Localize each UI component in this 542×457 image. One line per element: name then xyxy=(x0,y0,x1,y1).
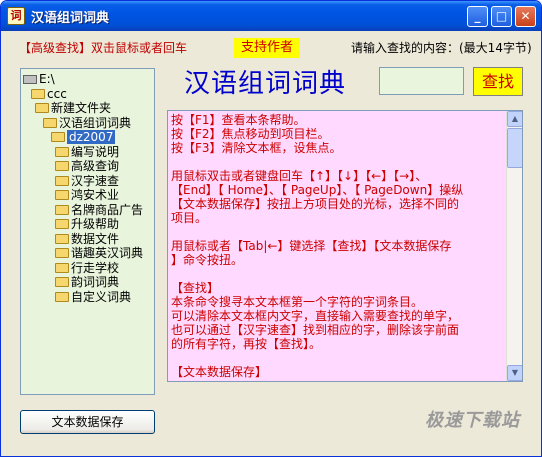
maximize-button[interactable]: □ xyxy=(491,6,512,27)
tree-item[interactable]: 汉语组词词典 xyxy=(43,116,131,130)
tree-item[interactable]: 韵词词典 xyxy=(55,275,119,289)
help-line xyxy=(171,267,507,281)
folder-icon xyxy=(43,117,57,128)
search-input[interactable] xyxy=(379,67,464,95)
help-line: 【文本数据保存】 xyxy=(171,365,268,379)
help-line: 项目。 xyxy=(171,211,208,225)
tree-item-label: 汉字速查 xyxy=(71,173,120,188)
tree-item-label: 自定义词典 xyxy=(71,289,132,304)
tree-item[interactable]: dz2007 xyxy=(51,130,116,144)
folder-icon xyxy=(55,233,69,244)
folder-icon xyxy=(55,291,69,302)
help-line: 】命令按扭。 xyxy=(171,253,244,267)
folder-icon xyxy=(55,262,69,273)
help-text-area[interactable]: 按【F1】查看本条帮助。 按【F2】焦点移动到项目栏。 按【F3】清除文本框，设焦点… xyxy=(167,110,523,382)
tree-item[interactable]: 汉字速查 xyxy=(55,174,119,188)
tree-item-label: 编写说明 xyxy=(71,144,120,159)
scroll-thumb[interactable] xyxy=(507,128,522,168)
vertical-scrollbar[interactable]: ▲ ▼ xyxy=(506,111,522,381)
minimize-button[interactable]: _ xyxy=(467,6,488,27)
watermark-logo: 极速下载站 xyxy=(425,410,520,431)
help-line xyxy=(171,351,507,365)
help-text: 按【F1】查看本条帮助。 按【F2】焦点移动到项目栏。 按【F3】清除文本框，设焦点… xyxy=(171,113,507,379)
help-line xyxy=(171,225,507,239)
folder-icon xyxy=(55,146,69,157)
tree-item-label: 名牌商品广告 xyxy=(71,202,144,217)
help-line: 可以清除本文本框内文字，直接输入需要查找的单字， xyxy=(171,309,460,323)
folder-icon xyxy=(55,175,69,186)
scroll-down-icon[interactable]: ▼ xyxy=(507,365,522,381)
search-hint-label: 请输入查找的内容：(最大14字节) xyxy=(351,41,532,55)
tree-item-label: 升级帮助 xyxy=(71,217,120,231)
tree-item[interactable]: 编写说明 xyxy=(55,145,119,159)
tree-item-label: ccc xyxy=(47,86,67,101)
tree-item-label: 高级查询 xyxy=(71,159,120,173)
drive-icon xyxy=(23,75,37,84)
tree-item[interactable]: 新建文件夹 xyxy=(35,101,111,115)
folder-icon xyxy=(55,277,69,287)
help-line: 按【F1】查看本条帮助。 xyxy=(171,113,306,127)
advanced-search-label: 【高级查找】双击鼠标或者回车 xyxy=(19,41,188,55)
support-author-button[interactable]: 支持作者 xyxy=(234,38,300,58)
tree-item[interactable]: 名牌商品广告 xyxy=(55,203,143,217)
help-line: 也可以通过【汉字速查】找到相应的字，删除该字前面 xyxy=(171,323,460,337)
tree-item-label: 汉语组词词典 xyxy=(59,115,132,130)
scroll-up-icon[interactable]: ▲ xyxy=(507,111,522,127)
tree-item[interactable]: 升级帮助 xyxy=(55,217,119,231)
tree-item-label: 韵词词典 xyxy=(71,275,120,289)
help-line: 按【F3】清除文本框，设焦点。 xyxy=(171,141,342,155)
folder-icon xyxy=(31,88,45,99)
window-title: 汉语组词词典 xyxy=(31,11,110,26)
help-line: 用鼠标或者【Tab|←】键选择【查找】【文本数据保存 xyxy=(171,239,452,253)
folder-icon xyxy=(55,248,69,258)
tree-item[interactable]: 鸿安术业 xyxy=(55,188,119,202)
help-line: 【文本数据保存】按扭上方项目处的光标，选择不同的 xyxy=(171,197,460,211)
help-line: 【End】【 Home】、【 PageUp】、【 PageDown】操纵 xyxy=(171,183,464,197)
tree-item[interactable]: 谐趣英汉词典 xyxy=(55,246,143,260)
folder-open-icon xyxy=(51,132,65,142)
tree-item-label: 谐趣英汉词典 xyxy=(71,246,144,260)
help-line: 按【F2】焦点移动到项目栏。 xyxy=(171,127,330,141)
folder-icon xyxy=(55,204,69,215)
tree-item[interactable]: E:\ xyxy=(23,72,55,86)
app-dictionary-icon: 词 xyxy=(7,7,25,25)
tree-item-label: 鸿安术业 xyxy=(71,188,120,202)
folder-icon xyxy=(55,161,69,171)
tree-item[interactable]: ccc xyxy=(31,87,67,101)
folder-tree[interactable]: E:\ ccc 新建文件夹 汉语组词词典 dz2007 编写说明 高级查询 汉字速查 鸿安术业名… xyxy=(20,68,155,395)
close-button[interactable]: ✕ xyxy=(515,6,536,27)
help-line: 的所有字符，再按【查找】。 xyxy=(171,337,322,351)
app-heading: 汉语组词词典 xyxy=(184,69,347,99)
tree-item-label: 行走学校 xyxy=(71,260,120,275)
tree-item[interactable]: 高级查询 xyxy=(55,159,119,173)
folder-icon xyxy=(35,103,49,113)
tree-item-label: 新建文件夹 xyxy=(51,101,112,115)
folder-icon xyxy=(55,219,69,229)
title-bar[interactable]: 词 汉语组词词典 _ □ ✕ xyxy=(1,1,541,31)
help-line: 用鼠标双击或者键盘回车【↑】【↓】【←】【→】、 xyxy=(171,169,428,183)
tree-item[interactable]: 数据文件 xyxy=(55,232,119,246)
tree-item-label: 数据文件 xyxy=(71,231,120,246)
folder-icon xyxy=(55,190,69,200)
help-line xyxy=(171,155,507,169)
app-window: 词 汉语组词词典 _ □ ✕ 【高级查找】双击鼠标或者回车 支持作者 请输入查找… xyxy=(0,0,542,457)
tree-item-label: E:\ xyxy=(39,72,55,86)
help-line: 【查找】 xyxy=(171,281,220,295)
help-line: 本条命令搜寻本文本框第一个字符的字词条目。 xyxy=(171,295,424,309)
save-text-data-button[interactable]: 文本数据保存 xyxy=(20,410,155,434)
tree-item-label: dz2007 xyxy=(67,130,116,144)
search-button[interactable]: 查找 xyxy=(473,67,523,96)
tree-item[interactable]: 行走学校 xyxy=(55,261,119,275)
tree-item[interactable]: 自定义词典 xyxy=(55,290,131,304)
